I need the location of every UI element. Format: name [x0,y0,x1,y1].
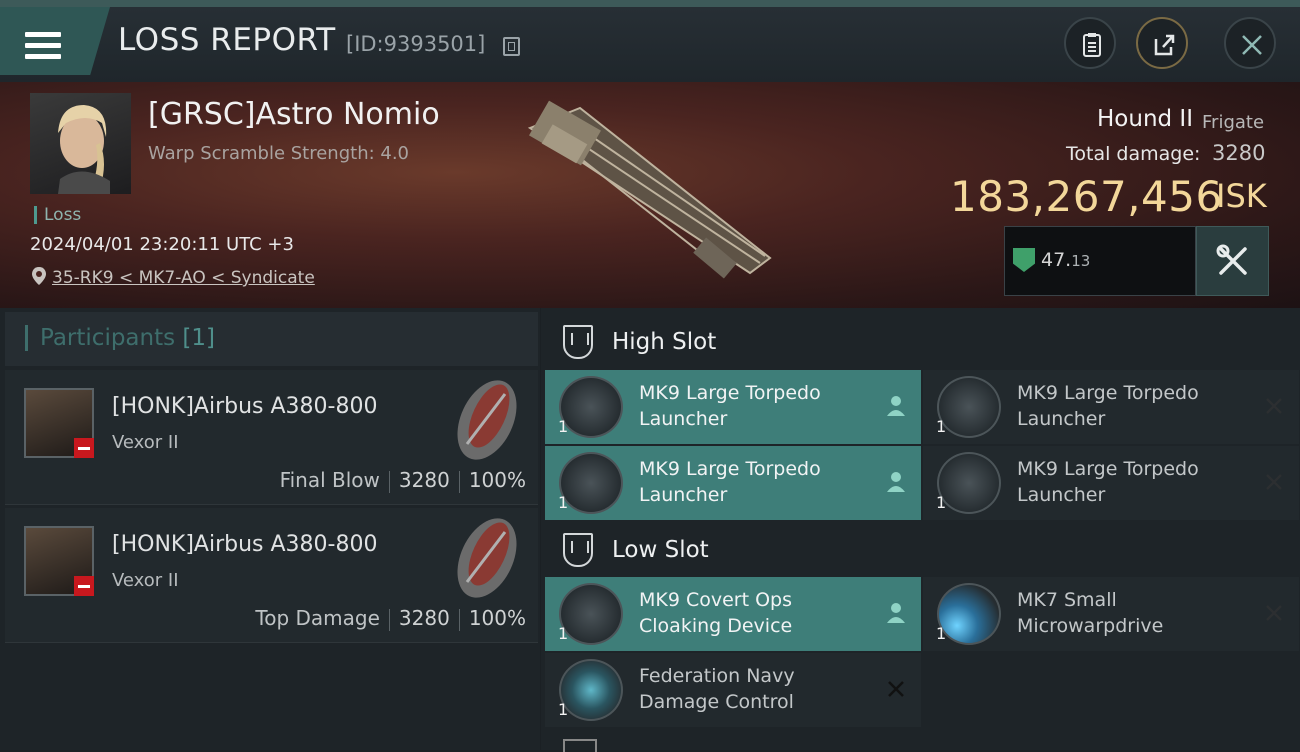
module-quantity: 1 [558,700,569,719]
report-id: [ID:9393501] [346,32,486,56]
shield-icon [1013,248,1035,272]
module-item[interactable]: 1 MK9 Large Torpedo Launcher [923,370,1299,444]
torpedo-launcher-icon [559,452,623,514]
clipboard-button[interactable] [1064,17,1116,69]
high-slot-label: High Slot [612,329,717,355]
module-name: MK7 Small Microwarpdrive [1017,589,1164,637]
module-item[interactable]: 1 MK9 Covert Ops Cloaking Device [545,577,921,651]
low-slot-label: Low Slot [612,537,709,563]
rating-value: 47.13 [1041,249,1091,271]
fitting-button[interactable] [1196,226,1269,296]
hostile-badge [74,576,94,596]
participant-row[interactable]: [HONK]Airbus A380-800 Vexor II Top Damag… [5,508,538,643]
module-name: MK9 Covert Ops Cloaking Device [639,589,793,637]
module-item[interactable]: 1 MK9 Large Torpedo Launcher [545,446,921,520]
module-quantity: 1 [936,417,947,436]
isk-unit: ISK [1216,177,1267,215]
destroyed-x-icon [1266,474,1282,490]
total-damage-label: Total damage: [1066,143,1201,165]
victim-name[interactable]: [GRSC]Astro Nomio [148,97,440,132]
clipboard-icon [1083,33,1101,57]
module-item[interactable]: 1 MK7 Small Microwarpdrive [923,577,1299,651]
dropped-person-icon [887,396,905,416]
attacker-ship: Vexor II [112,570,179,591]
module-quantity: 1 [558,417,569,436]
wrench-screwdriver-icon [1216,244,1247,275]
share-button[interactable] [1136,17,1188,69]
participant-row[interactable]: [HONK]Airbus A380-800 Vexor II Final Blo… [5,370,538,505]
copy-icon[interactable] [503,37,520,56]
close-icon [1242,35,1262,55]
microwarpdrive-icon [937,583,1001,645]
attacker-name[interactable]: [HONK]Airbus A380-800 [112,532,377,557]
attacker-stats: Top Damage 3280 100% [255,606,526,631]
mid-slot-icon [563,739,597,752]
pilot-portrait-image [58,105,110,194]
torpedo-launcher-icon [559,376,623,438]
module-item[interactable]: 1 MK9 Large Torpedo Launcher [923,446,1299,520]
page-title: LOSS REPORT [118,22,336,58]
hamburger-icon [25,32,61,62]
attacker-ship: Vexor II [112,432,179,453]
close-button[interactable] [1224,17,1276,69]
damage-control-icon [559,659,623,721]
attacker-ship-icon [457,380,517,460]
high-slot-icon [563,325,593,359]
attacker-stats: Final Blow 3280 100% [279,468,526,493]
destroyed-x-icon [1266,605,1282,621]
module-quantity: 1 [558,493,569,512]
module-quantity: 1 [936,493,947,512]
top-accent-line [0,0,1300,7]
high-slot-header: High Slot [545,312,1300,372]
rating-box: 47.13 [1004,226,1196,296]
low-slot-header: Low Slot [545,520,1300,580]
loss-timestamp: 2024/04/01 23:20:11 UTC +3 [30,234,294,255]
attacker-avatar[interactable] [24,388,94,458]
torpedo-launcher-icon [937,376,1001,438]
dropped-person-icon [887,603,905,623]
hostile-badge [74,438,94,458]
location-link[interactable]: 35-RK9 < MK7-AO < Syndicate [52,268,315,288]
destroyed-x-icon [888,681,904,697]
ship-class: Frigate [1202,112,1265,133]
module-item[interactable]: 1 Federation Navy Damage Control [545,653,921,727]
module-name: MK9 Large Torpedo Launcher [639,382,821,430]
victim-portrait[interactable] [30,93,131,194]
attacker-name[interactable]: [HONK]Airbus A380-800 [112,394,377,419]
isk-value: 183,267,456 [950,172,1223,221]
cloaking-device-icon [559,583,623,645]
low-slot-icon [563,533,593,567]
module-name: MK9 Large Torpedo Launcher [639,458,821,506]
location-pin-icon [32,267,46,285]
module-quantity: 1 [558,624,569,643]
loss-tag: Loss [34,206,81,224]
destroyed-x-icon [1266,398,1282,414]
dropped-person-icon [887,472,905,492]
torpedo-launcher-icon [937,452,1001,514]
total-damage-value: 3280 [1212,141,1266,165]
victim-ship-image [527,100,772,279]
module-name: MK9 Large Torpedo Launcher [1017,458,1199,506]
module-name: Federation Navy Damage Control [639,665,795,713]
attacker-ship-icon [457,518,517,598]
ship-name: Hound II [1097,106,1193,132]
warp-scramble-strength: Warp Scramble Strength: 4.0 [148,143,410,164]
module-name: MK9 Large Torpedo Launcher [1017,382,1199,430]
participants-title: Participants [1] [25,325,215,351]
next-slot-header-peek [545,729,1300,752]
module-item[interactable]: 1 MK9 Large Torpedo Launcher [545,370,921,444]
share-icon [1154,34,1175,56]
module-quantity: 1 [936,624,947,643]
attacker-avatar[interactable] [24,526,94,596]
